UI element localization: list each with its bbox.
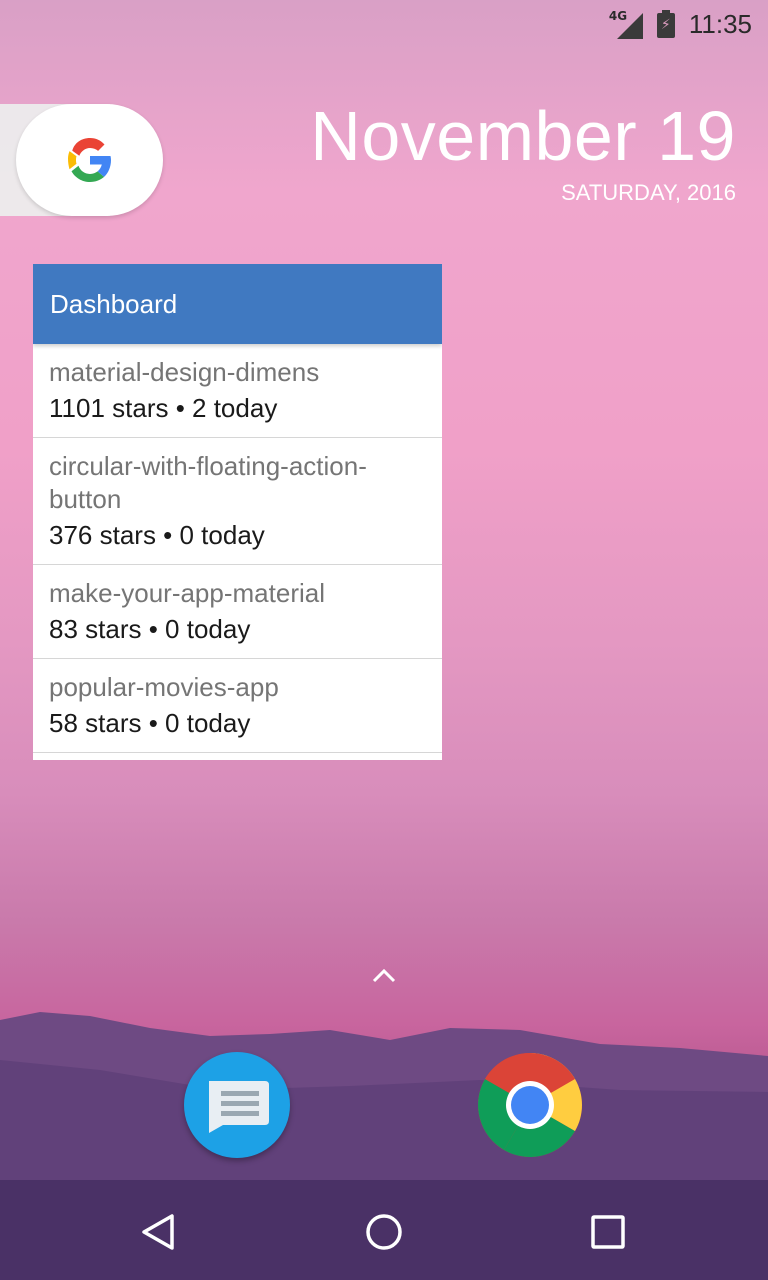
date-widget[interactable]: November 19 SATURDAY, 2016 xyxy=(310,92,736,206)
recents-icon xyxy=(591,1215,625,1249)
date-text: November 19 xyxy=(310,97,736,175)
chrome-icon[interactable] xyxy=(477,1052,583,1158)
messages-icon[interactable] xyxy=(184,1052,290,1158)
repo-stats: 58 stars • 0 today xyxy=(49,708,251,738)
repo-stats: 376 stars • 0 today xyxy=(49,520,265,550)
repo-stats: 1101 stars • 2 today xyxy=(49,393,278,423)
weekday-year-text: SATURDAY, 2016 xyxy=(561,180,736,205)
chevron-up-icon[interactable] xyxy=(370,962,398,990)
repo-name: circular-with-floating-action-button xyxy=(49,451,367,514)
list-item[interactable]: circular-with-floating-action-button 376… xyxy=(33,438,442,565)
google-search-button[interactable] xyxy=(16,104,163,216)
repo-name: material-design-dimens xyxy=(49,357,320,387)
recents-button[interactable] xyxy=(584,1208,632,1256)
repo-name: make-your-app-material xyxy=(49,578,325,608)
message-bubble-icon xyxy=(209,1081,269,1133)
repo-stats: 83 stars • 0 today xyxy=(49,614,251,644)
google-g-icon xyxy=(67,138,111,182)
widget-title: Dashboard xyxy=(50,288,178,319)
navigation-bar xyxy=(0,1184,768,1280)
battery-charging-icon: ⚡ xyxy=(656,10,675,38)
list-item[interactable]: make-your-app-material 83 stars • 0 toda… xyxy=(33,565,442,659)
home-button[interactable] xyxy=(360,1208,408,1256)
back-icon xyxy=(142,1214,174,1250)
list-item[interactable]: popular-movies-app 58 stars • 0 today xyxy=(33,659,442,753)
list-item[interactable]: material-design-dimens 1101 stars • 2 to… xyxy=(33,344,442,438)
repo-name: popular-movies-app xyxy=(49,672,279,702)
widget-header[interactable]: Dashboard xyxy=(33,264,442,344)
status-bar: 4G ⚡ 11:35 xyxy=(0,0,768,48)
home-icon xyxy=(366,1214,402,1250)
status-clock: 11:35 xyxy=(688,8,752,39)
dashboard-widget[interactable]: Dashboard material-design-dimens 1101 st… xyxy=(33,264,442,760)
back-button[interactable] xyxy=(136,1208,184,1256)
dock xyxy=(0,1008,768,1188)
cellular-signal-icon: 4G xyxy=(609,9,643,39)
google-search-widget[interactable] xyxy=(0,104,163,216)
